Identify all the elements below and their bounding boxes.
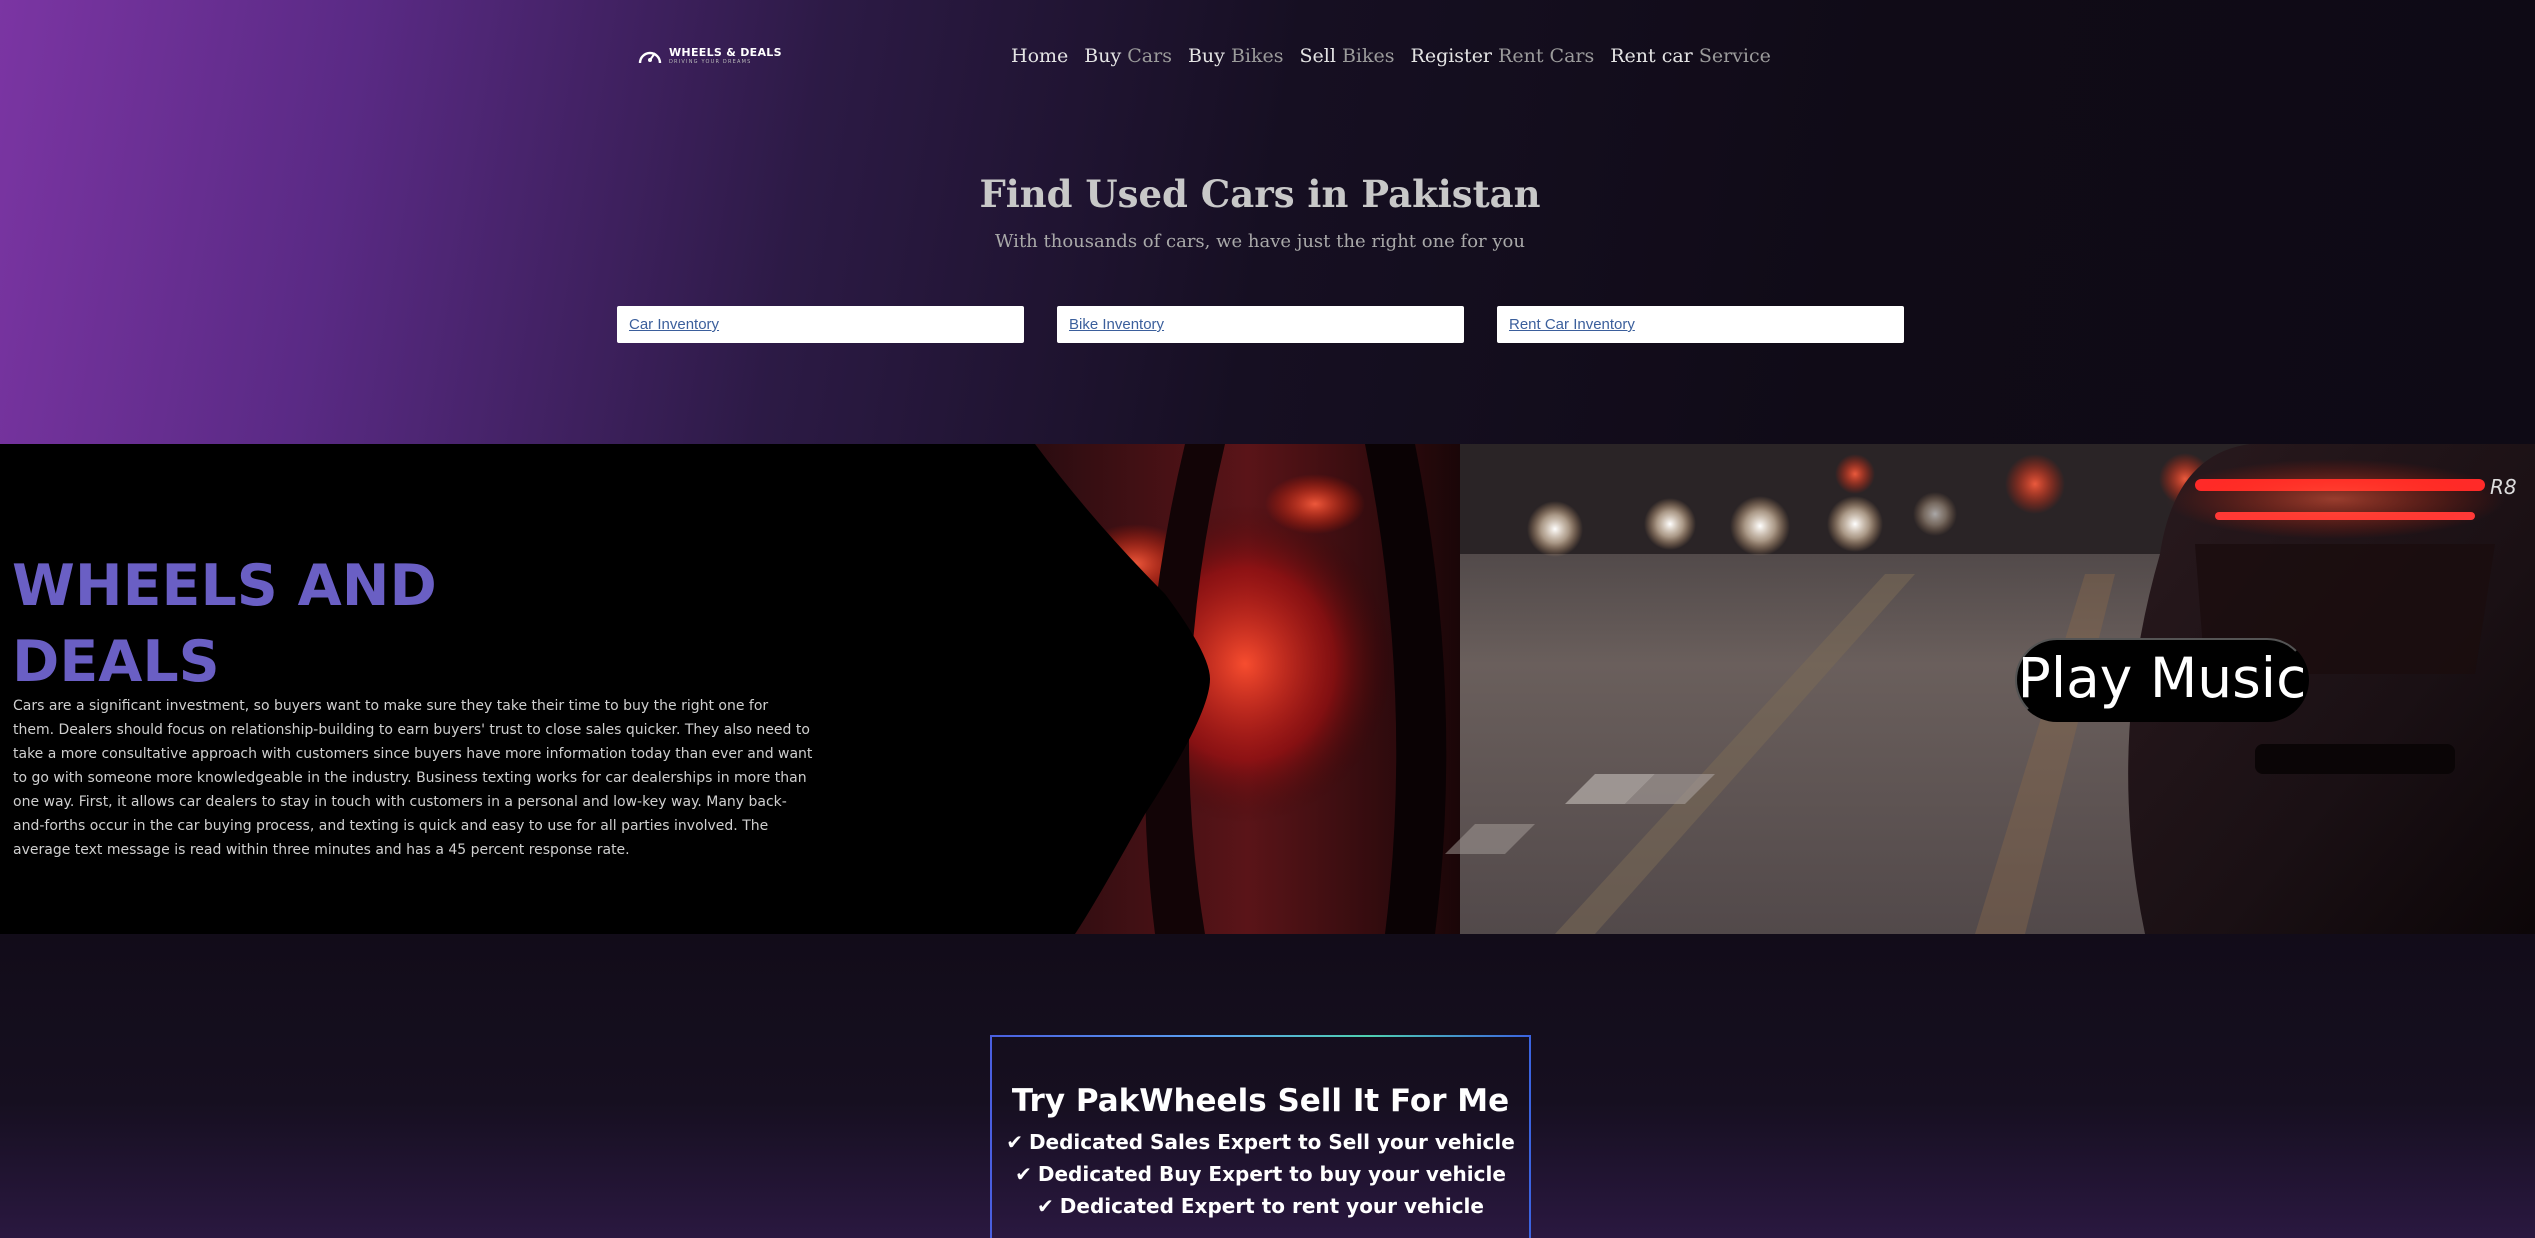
brand-block: WHEELS AND DEALS Cars are a significant … — [0, 444, 813, 934]
brand-title: WHEELS AND DEALS — [12, 553, 437, 695]
hero-subtitle: With thousands of cars, we have just the… — [995, 231, 1525, 252]
nav-home[interactable]: Home — [1011, 45, 1068, 67]
check-icon: ✔ — [1015, 1162, 1032, 1186]
hero-title: Find Used Cars in Pakistan — [979, 172, 1541, 216]
play-music-button[interactable]: Play Music — [2015, 638, 2309, 722]
nav-buy-bikes[interactable]: Buy Bikes — [1188, 45, 1284, 67]
rent-car-inventory-button[interactable]: Rent Car Inventory — [1497, 306, 1904, 343]
nav-sell-bikes[interactable]: Sell Bikes — [1300, 45, 1395, 67]
nav-buy-cars[interactable]: Buy Cars — [1084, 45, 1172, 67]
nav-register-rent-cars[interactable]: Register Rent Cars — [1411, 45, 1595, 67]
brand-paragraph: Cars are a significant investment, so bu… — [13, 698, 813, 858]
model-badge: R8 — [2490, 475, 2517, 499]
sell-feature-item: ✔ Dedicated Expert to rent your vehicle — [1037, 1194, 1484, 1218]
decorative-curve — [1035, 444, 1210, 934]
speedometer-icon — [638, 51, 662, 64]
car-inventory-link[interactable]: Car Inventory — [629, 316, 719, 333]
bike-inventory-button[interactable]: Bike Inventory — [1057, 306, 1464, 343]
nav-rent-car-service[interactable]: Rent car Service — [1610, 45, 1771, 67]
check-icon: ✔ — [1037, 1194, 1054, 1218]
car-inventory-button[interactable]: Car Inventory — [617, 306, 1024, 343]
bike-inventory-link[interactable]: Bike Inventory — [1069, 316, 1164, 333]
sell-feature-item: ✔ Dedicated Buy Expert to buy your vehicl… — [1015, 1162, 1506, 1186]
sell-title: Try PakWheels Sell It For Me — [1011, 1083, 1510, 1119]
main-nav: Home Buy Cars Buy Bikes Sell Bikes Regis… — [1011, 42, 1771, 70]
car-photo: R8 — [1035, 444, 2535, 934]
logo[interactable]: WHEELS & DEALS DRIVING YOUR DREAMS — [637, 44, 782, 68]
check-icon: ✔ — [1006, 1130, 1023, 1154]
logo-tagline: DRIVING YOUR DREAMS — [669, 59, 752, 65]
logo-title: WHEELS & DEALS — [669, 46, 782, 59]
rent-car-inventory-link[interactable]: Rent Car Inventory — [1509, 316, 1635, 333]
sell-feature-item: ✔ Dedicated Sales Expert to Sell your veh… — [1006, 1130, 1515, 1154]
